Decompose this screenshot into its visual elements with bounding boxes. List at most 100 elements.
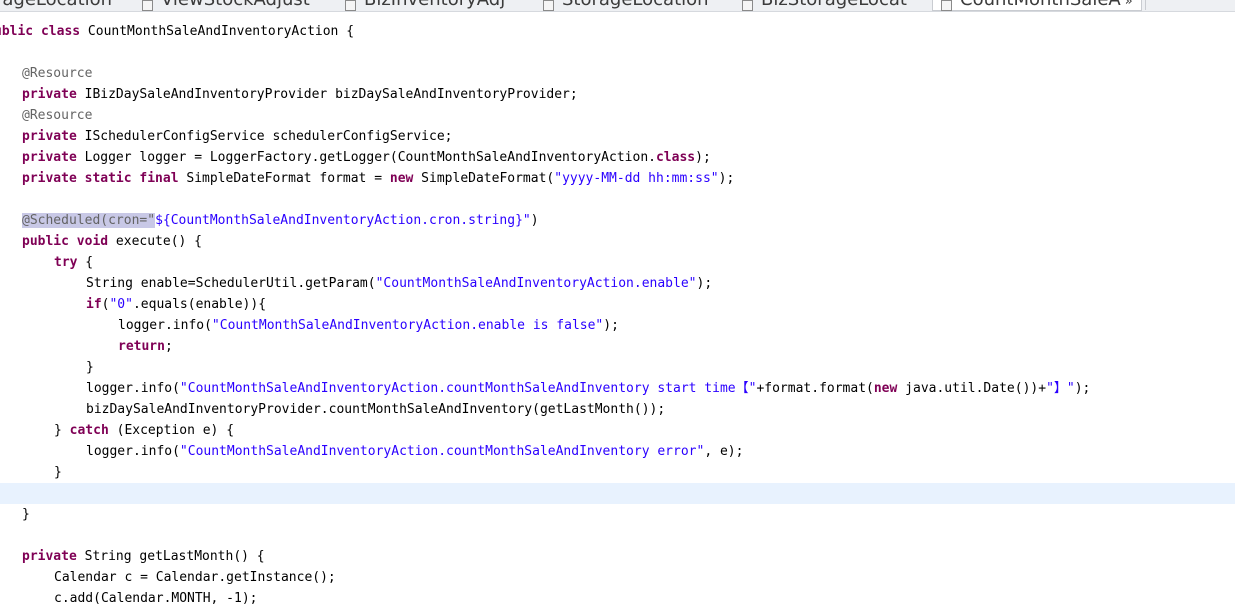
tab-rage-location[interactable]: rageLocation (0, 0, 112, 10)
code-text: ) (530, 213, 539, 228)
annotation: @Resource (22, 66, 93, 81)
string-literal: "CountMonthSaleAndInventoryAction.enable… (375, 276, 697, 291)
tab-label: BizInventoryAdj (364, 0, 505, 10)
keyword: if (86, 297, 102, 312)
tab-label: ViewStockAdjust (161, 0, 310, 10)
code-text: logger.info( (118, 318, 212, 333)
code-text: +format.format( (756, 381, 874, 396)
code-text: c.add(Calendar.MONTH, -1); (54, 591, 258, 606)
string-literal: ${CountMonthSaleAndInventoryAction.cron.… (155, 213, 531, 228)
code-line: return; (118, 336, 1235, 357)
code-text: ); (1074, 381, 1091, 396)
code-line: try { (54, 252, 1235, 273)
code-text: ; (164, 339, 173, 354)
code-text: ); (696, 276, 713, 291)
code-text: ISchedulerConfigService schedulerConfigS… (76, 129, 453, 144)
tab-label: CountMonthSaleA (960, 0, 1121, 10)
code-line: @Resource (22, 105, 1235, 126)
code-line: } catch (Exception e) { (54, 420, 1235, 441)
tab-view-stock-adjust[interactable]: ViewStockAdjust (142, 0, 310, 11)
code-line: } (86, 357, 1235, 378)
keyword: catch (69, 423, 109, 438)
string-literal: "yyyy-MM-dd hh:mm:ss" (554, 171, 719, 186)
code-text: } (86, 360, 94, 375)
code-text: } (22, 507, 30, 522)
code-line: c.add(Calendar.MONTH, -1); (54, 588, 1235, 609)
code-line: private ISchedulerConfigService schedule… (22, 126, 1235, 147)
code-text: logger.info( (86, 444, 180, 459)
code-text: SimpleDateFormat format = (178, 171, 390, 186)
code-line: Calendar c = Calendar.getInstance(); (54, 567, 1235, 588)
string-literal: "】" (1046, 381, 1075, 396)
java-file-icon (941, 0, 952, 11)
tab-label: BizStorageLocat (761, 0, 907, 10)
java-file-icon (345, 0, 356, 11)
keyword: new (389, 171, 414, 186)
code-text: (Exception e) { (108, 423, 235, 438)
string-literal: "CountMonthSaleAndInventoryAction.countM… (179, 381, 757, 396)
java-file-icon (142, 0, 153, 11)
code-line: logger.info("CountMonthSaleAndInventoryA… (86, 378, 1235, 399)
code-text: execute() { (108, 234, 203, 249)
code-line: logger.info("CountMonthSaleAndInventoryA… (86, 441, 1235, 462)
code-text: bizDaySaleAndInventoryProvider.countMont… (86, 402, 666, 417)
code-text: ); (603, 318, 619, 333)
code-text: } (54, 423, 70, 438)
code-text: logger.info( (86, 381, 180, 396)
code-line: if("0".equals(enable)){ (86, 294, 1235, 315)
editor-tab-bar: rageLocation ViewStockAdjust BizInventor… (0, 0, 1235, 12)
keyword: private static final (22, 171, 179, 186)
string-literal: "CountMonthSaleAndInventoryAction.enable… (211, 318, 604, 333)
selected-annotation: @Scheduled(cron=" (22, 213, 156, 228)
tab-overflow[interactable] (1145, 0, 1226, 10)
tab-label: rageLocation (0, 0, 112, 10)
keyword: return (118, 339, 165, 354)
code-text: java.util.Date())+ (897, 381, 1047, 396)
code-line: public void execute() { (22, 231, 1235, 252)
tab-label: StorageLocation (562, 0, 709, 10)
code-text: , e); (704, 444, 744, 459)
code-line: private String getLastMonth() { (22, 546, 1235, 567)
code-text: ); (695, 150, 711, 165)
code-text: } (54, 465, 62, 480)
tab-biz-inventory-adj[interactable]: BizInventoryAdj (345, 0, 505, 11)
code-line: @Scheduled(cron="${CountMonthSaleAndInve… (22, 210, 1235, 231)
code-line: private static final SimpleDateFormat fo… (22, 168, 1235, 189)
code-text: Calendar c = Calendar.getInstance(); (54, 570, 336, 585)
code-line: @Resource (22, 63, 1235, 84)
code-line: private IBizDaySaleAndInventoryProvider … (22, 84, 1235, 105)
code-text: CountMonthSaleAndInventoryAction { (80, 24, 355, 39)
code-text: ); (718, 171, 735, 186)
string-literal: "0" (109, 297, 133, 312)
keyword: private (22, 129, 77, 144)
tab-storage-location[interactable]: StorageLocation (543, 0, 709, 11)
code-line: ublic class CountMonthSaleAndInventoryAc… (0, 21, 1229, 42)
java-file-icon (543, 0, 554, 11)
close-icon[interactable]: » (1125, 0, 1133, 9)
keyword: public void (22, 234, 109, 249)
keyword: ublic class (0, 24, 81, 39)
code-line: bizDaySaleAndInventoryProvider.countMont… (86, 399, 1235, 420)
keyword: new (873, 381, 898, 396)
tab-biz-storage-location[interactable]: BizStorageLocat (742, 0, 907, 11)
code-text: SimpleDateFormat( (413, 171, 555, 186)
code-text: .equals(enable)){ (132, 297, 267, 312)
code-text: Logger logger = LoggerFactory.getLogger(… (76, 150, 656, 165)
keyword: private (22, 87, 77, 102)
keyword: private (22, 549, 77, 564)
java-file-icon (742, 0, 753, 11)
code-text: { (77, 255, 94, 270)
code-editor[interactable]: component ublic class CountMonthSaleAndI… (0, 0, 1235, 606)
string-literal: "CountMonthSaleAndInventoryAction.countM… (179, 444, 705, 459)
code-line: logger.info("CountMonthSaleAndInventoryA… (118, 315, 1235, 336)
keyword: class (655, 150, 696, 165)
keyword: private (22, 150, 77, 165)
tab-count-month-sale-active[interactable]: CountMonthSaleA » (932, 0, 1142, 11)
keyword: try (54, 255, 78, 270)
code-line: } (54, 462, 1235, 483)
code-line: private Logger logger = LoggerFactory.ge… (22, 147, 1235, 168)
code-text: String enable=SchedulerUtil.getParam( (86, 276, 376, 291)
code-text: IBizDaySaleAndInventoryProvider bizDaySa… (76, 87, 578, 102)
code-line: } (22, 504, 1235, 525)
current-line-highlight[interactable] (0, 483, 1235, 504)
